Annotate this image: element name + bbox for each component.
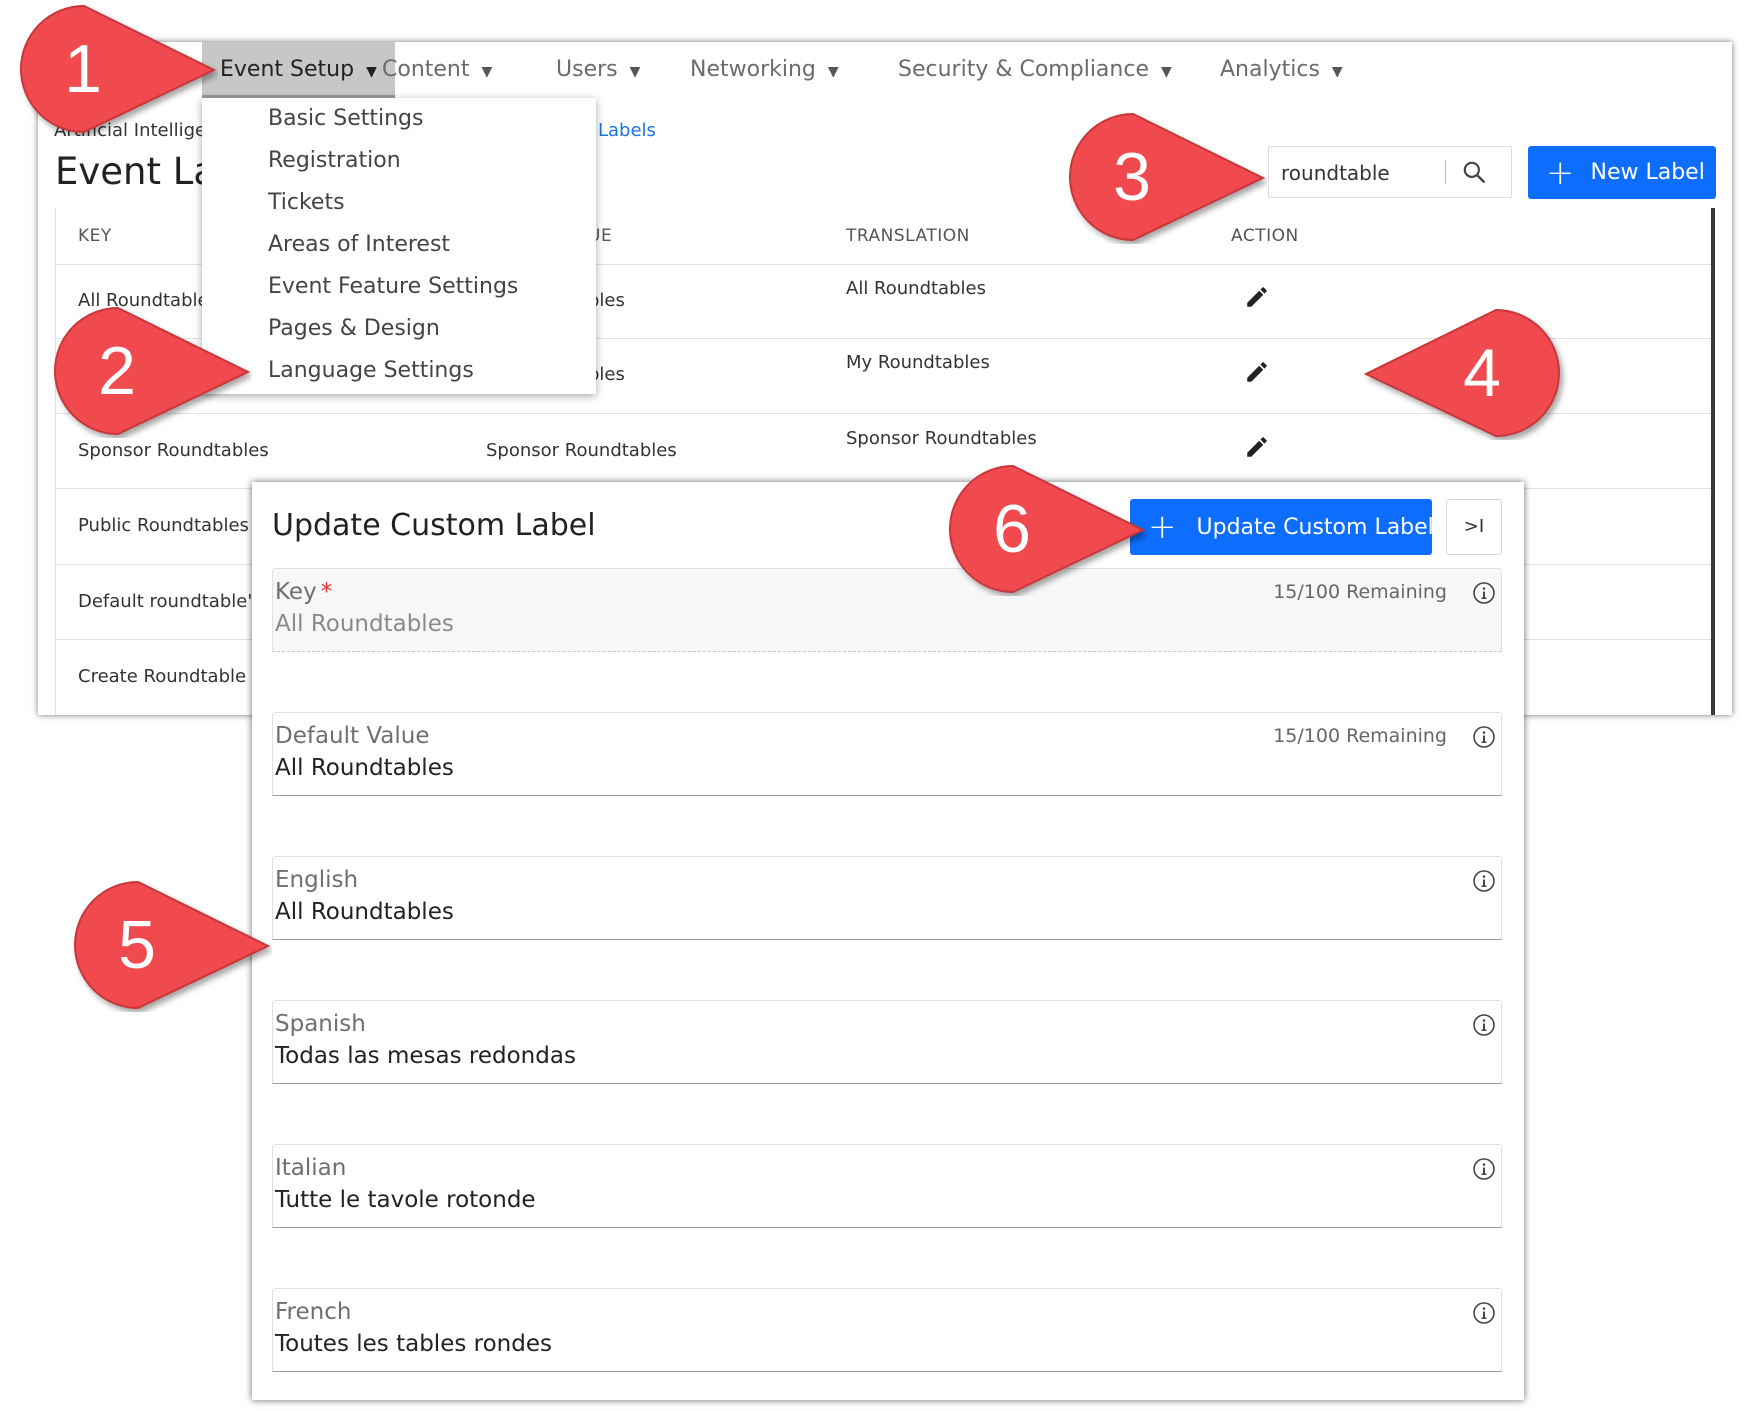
update-button-text: Update Custom Label [1196,514,1434,540]
column-header-translation[interactable]: TRANSLATION [846,208,970,264]
nav-label: Event Setup [220,57,355,82]
info-icon[interactable] [1472,581,1496,605]
page-title: Event La [55,150,217,193]
spanish-input[interactable]: Todas las mesas redondas [275,1043,576,1069]
nav-analytics[interactable]: Analytics ▼ [1202,42,1361,98]
update-custom-label-panel: Update Custom Label + Update Custom Labe… [252,482,1524,1400]
french-field[interactable]: French Toutes les tables rondes [272,1288,1502,1372]
spanish-field[interactable]: Spanish Todas las mesas redondas [272,1000,1502,1084]
pencil-icon[interactable] [1244,434,1270,460]
caret-down-icon: ▼ [1160,64,1172,80]
callout-6: 6 [993,491,1031,567]
plus-icon: + [1546,152,1575,193]
default-value-label: Default Value [275,723,430,749]
panel-title: Update Custom Label [272,508,596,543]
search-icon[interactable] [1461,159,1487,185]
search-divider [1445,160,1446,184]
menu-item-pages-design[interactable]: Pages & Design [268,316,440,341]
info-icon[interactable] [1472,1301,1496,1325]
plus-icon: + [1148,507,1177,547]
menu-item-tickets[interactable]: Tickets [268,190,345,215]
callout-5: 5 [118,907,156,983]
menu-item-event-feature-settings[interactable]: Event Feature Settings [268,274,518,299]
spanish-label: Spanish [275,1011,366,1037]
menu-item-language-settings[interactable]: Language Settings [268,358,474,383]
french-label: French [275,1299,352,1325]
key-remaining-counter: 15/100 Remaining [1273,581,1447,603]
english-label: English [275,867,359,893]
menu-item-areas-of-interest[interactable]: Areas of Interest [268,232,450,257]
default-value-remaining-counter: 15/100 Remaining [1273,725,1447,747]
pencil-icon[interactable] [1244,359,1270,385]
info-icon[interactable] [1472,725,1496,749]
info-icon[interactable] [1472,1013,1496,1037]
callout-3: 3 [1113,139,1151,215]
default-value-field[interactable]: Default Value All Roundtables 15/100 Rem… [272,712,1502,796]
collapse-panel-button[interactable]: >I [1446,499,1502,555]
new-label-button-text: New Label [1590,160,1705,185]
search-box[interactable]: roundtable [1268,146,1512,198]
nav-content[interactable]: Content ▼ [364,42,510,98]
cell-translation: My Roundtables [846,352,990,373]
caret-down-icon: ▼ [827,64,839,80]
nav-networking[interactable]: Networking ▼ [672,42,857,98]
nav-security-compliance[interactable]: Security & Compliance ▼ [880,42,1190,98]
key-field: Key * All Roundtables 15/100 Remaining [272,568,1502,652]
callout-4: 4 [1463,335,1501,411]
event-setup-dropdown: Basic Settings Registration Tickets Area… [202,98,596,394]
default-value-input[interactable]: All Roundtables [275,755,454,781]
english-field[interactable]: English All Roundtables [272,856,1502,940]
column-header-key[interactable]: KEY [78,208,112,264]
english-input[interactable]: All Roundtables [275,899,454,925]
search-input[interactable]: roundtable [1281,161,1390,185]
callout-1: 1 [64,31,102,107]
top-nav: Event Setup ▼ Content ▼ Users ▼ Networking ▼… [38,42,1732,98]
update-custom-label-button[interactable]: + Update Custom Label [1130,499,1434,555]
required-mark: * [320,579,333,605]
french-input[interactable]: Toutes les tables rondes [275,1331,552,1357]
cell-translation: All Roundtables [846,278,986,299]
cell-key: Default roundtable' [78,591,253,612]
caret-down-icon: ▼ [481,64,493,80]
key-value: All Roundtables [275,611,454,637]
nav-label: Analytics [1220,57,1320,82]
info-icon[interactable] [1472,869,1496,893]
new-label-button[interactable]: + New Label [1528,146,1716,199]
italian-field[interactable]: Italian Tutte le tavole rotonde [272,1144,1502,1228]
nav-label: Security & Compliance [898,57,1149,82]
caret-down-icon: ▼ [629,64,641,80]
cell-translation: Sponsor Roundtables [846,428,1037,449]
menu-item-basic-settings[interactable]: Basic Settings [268,106,423,131]
callout-2: 2 [98,333,136,409]
italian-input[interactable]: Tutte le tavole rotonde [275,1187,536,1213]
pencil-icon[interactable] [1244,284,1270,310]
italian-label: Italian [275,1155,347,1181]
nav-users[interactable]: Users ▼ [538,42,658,98]
nav-label: Content [382,57,470,82]
info-icon[interactable] [1472,1157,1496,1181]
cell-key: Create Roundtable [78,666,247,687]
nav-label: Networking [690,57,816,82]
caret-down-icon: ▼ [1331,64,1343,80]
nav-label: Users [556,57,618,82]
cell-default-value: Sponsor Roundtables [486,440,677,461]
breadcrumb-labels-link[interactable]: Labels [598,120,656,141]
menu-item-registration[interactable]: Registration [268,148,401,173]
cell-key: Public Roundtables [78,515,249,536]
key-label: Key * [275,579,333,605]
cell-key: Sponsor Roundtables [78,440,269,461]
